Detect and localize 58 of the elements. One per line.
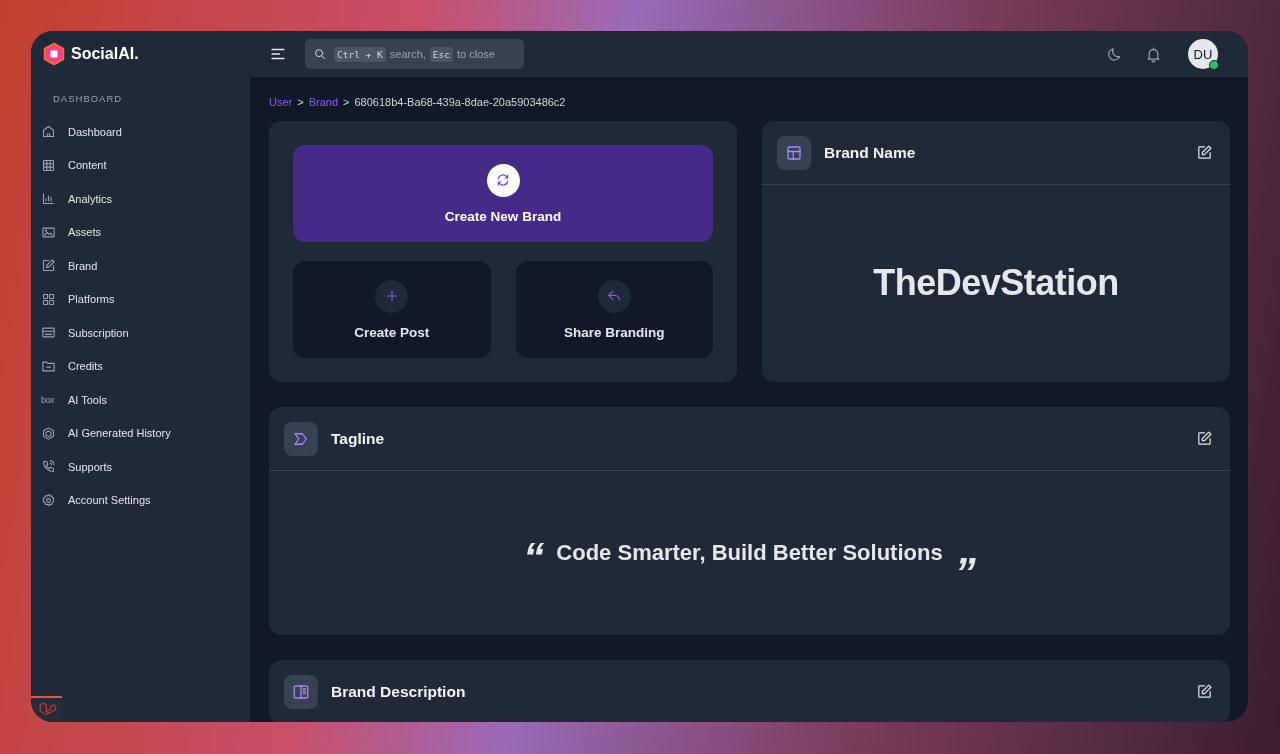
breadcrumb-link[interactable]: Brand: [308, 96, 339, 108]
sidebar-item[interactable]: Supports: [31, 450, 250, 484]
box-icon: box: [41, 394, 56, 405]
moon-icon[interactable]: [1106, 45, 1123, 63]
keyboard-key: Esc: [429, 46, 453, 62]
section-title: Tagline: [331, 429, 385, 448]
create-brand-button[interactable]: Create New Brand: [293, 145, 713, 242]
app-logo-text: SocialAI.: [71, 45, 139, 63]
brand-name-text: TheDevStation: [873, 262, 1119, 304]
edit-icon: [41, 258, 56, 274]
closing-quote-mark: ”: [954, 552, 976, 594]
sidebar-item[interactable]: Assets: [31, 215, 250, 249]
image-icon: [41, 224, 56, 240]
section-title: Brand Name: [824, 143, 916, 162]
breadcrumb-separator: >: [343, 96, 350, 108]
opening-quote-mark: “: [523, 537, 545, 579]
sidebar-item[interactable]: Analytics: [31, 182, 250, 216]
folder-icon: [41, 358, 56, 374]
breadcrumb-link[interactable]: User: [269, 96, 293, 108]
card-icon: [41, 325, 56, 341]
sidebar-item[interactable]: Platforms: [31, 282, 250, 316]
sidebar-item[interactable]: Dashboard: [31, 115, 250, 149]
user-avatar[interactable]: DU: [1188, 39, 1218, 69]
cube-icon: [41, 425, 56, 441]
search-hint-text: search,: [389, 48, 426, 60]
search-icon: [313, 47, 327, 61]
house-icon: [41, 124, 56, 140]
bar-chart-icon: [41, 191, 56, 207]
reply-icon: [606, 288, 623, 304]
sidebar-item[interactable]: Account Settings: [31, 483, 250, 517]
edit-icon[interactable]: [1196, 430, 1213, 447]
sidebar-layout-icon: [292, 682, 310, 701]
sidebar-item[interactable]: box AI Tools: [31, 383, 250, 417]
search-field[interactable]: Ctrl + K search, Esc to close: [305, 39, 524, 69]
layout-icon: [785, 143, 803, 162]
keyboard-key: Ctrl + K: [334, 46, 386, 62]
sidebar-item[interactable]: Credits: [31, 349, 250, 383]
sidebar-item[interactable]: AI Generated History: [31, 416, 250, 450]
refresh-icon: [495, 172, 511, 188]
edit-icon[interactable]: [1196, 683, 1213, 700]
edit-icon[interactable]: [1196, 144, 1213, 161]
section-title: Brand Description: [331, 682, 466, 701]
hexagon-logo-icon: [42, 42, 66, 66]
gear-icon: [41, 492, 56, 508]
action-button[interactable]: Share Branding: [515, 261, 713, 358]
search-hint-text: to close: [457, 48, 495, 60]
phone-icon: [41, 459, 56, 475]
sidebar-item[interactable]: Subscription: [31, 316, 250, 350]
breadcrumb-current: 680618b4-Ba68-439a-8dae-20a5903486c2: [354, 96, 566, 108]
bell-icon[interactable]: [1145, 45, 1162, 63]
breadcrumb-separator: >: [297, 96, 304, 108]
nav-section-heading: DASHBOARD: [52, 92, 124, 106]
action-button[interactable]: Create Post: [293, 261, 491, 358]
sidebar-item[interactable]: Brand: [31, 249, 250, 283]
tagline-text: Code Smarter, Build Better Solutions: [556, 540, 943, 566]
sidebar-item[interactable]: Content: [31, 148, 250, 182]
squares-icon: [41, 291, 56, 307]
grid-icon: [41, 157, 56, 173]
